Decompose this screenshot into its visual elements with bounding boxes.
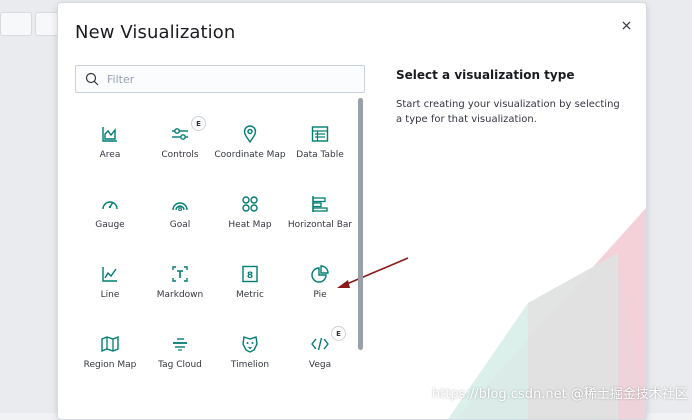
tile-metric[interactable]: 8 Metric (215, 240, 285, 310)
search-icon (85, 72, 99, 86)
metric-icon: 8 (240, 264, 260, 284)
tile-coordinate-map[interactable]: Coordinate Map (214, 100, 286, 170)
visualization-type-grid: Area E Controls Coordinate Map Data Table Gau… (75, 100, 365, 416)
gauge-icon (100, 194, 120, 214)
tile-pie[interactable]: Pie (285, 240, 355, 310)
horizontal-bar-icon (310, 194, 330, 214)
tile-line[interactable]: Line (75, 240, 145, 310)
code-icon (310, 334, 330, 354)
tile-label: Heat Map (228, 220, 272, 230)
side-panel-description: Start creating your visualization by sel… (396, 99, 620, 125)
close-button[interactable] (618, 17, 634, 33)
background-button (35, 12, 59, 36)
experimental-badge: E (191, 116, 206, 131)
tile-data-table[interactable]: Data Table (285, 100, 355, 170)
svg-text:8: 8 (247, 271, 253, 281)
tile-label: Timelion (230, 360, 270, 370)
filter-search-box[interactable] (75, 65, 365, 93)
experimental-badge: E (331, 326, 346, 341)
tag-cloud-icon (170, 334, 190, 354)
tile-label: Goal (169, 220, 191, 230)
new-visualization-modal: New Visualization Area E Controls Coordinat… (57, 2, 647, 420)
filter-input[interactable] (105, 71, 349, 87)
tile-label: Pie (313, 290, 327, 300)
line-chart-icon (100, 264, 120, 284)
map-marker-icon (240, 124, 260, 144)
data-table-icon (310, 124, 330, 144)
tile-label: Controls (161, 150, 199, 160)
controls-icon (170, 124, 190, 144)
tile-label: Vega (308, 360, 332, 370)
tile-gauge[interactable]: Gauge (75, 170, 145, 240)
tile-label: Horizontal Bar (287, 220, 353, 230)
timelion-icon (240, 334, 260, 354)
grid-scrollbar[interactable] (358, 98, 363, 350)
tile-label: Tag Cloud (158, 360, 202, 370)
side-panel-title: Select a visualization type (396, 68, 575, 82)
region-map-icon (100, 334, 120, 354)
tile-label: Markdown (156, 290, 204, 300)
markdown-icon (170, 264, 190, 284)
tile-area[interactable]: Area (75, 100, 145, 170)
tile-label: Gauge (95, 220, 125, 230)
tile-heat-map[interactable]: Heat Map (215, 170, 285, 240)
pie-chart-icon (310, 264, 330, 284)
tile-label: Data Table (296, 150, 344, 160)
tile-label: Area (99, 150, 121, 160)
tile-label: Metric (236, 290, 264, 300)
tile-markdown[interactable]: Markdown (145, 240, 215, 310)
tile-label: Coordinate Map (214, 150, 286, 160)
close-icon (621, 20, 631, 30)
goal-icon: 8 (170, 194, 190, 214)
tile-label: Region Map (83, 360, 137, 370)
tile-tag-cloud[interactable]: Tag Cloud (145, 310, 215, 380)
watermark-text: https://blog.csdn.net @稀土掘金技术社区 (432, 387, 688, 402)
modal-title: New Visualization (75, 22, 236, 43)
area-chart-icon (100, 124, 120, 144)
svg-text:8: 8 (178, 205, 183, 213)
tile-vega[interactable]: E Vega (285, 310, 355, 380)
tile-horizontal-bar[interactable]: Horizontal Bar (285, 170, 355, 240)
background-button (0, 12, 32, 36)
tile-controls[interactable]: E Controls (145, 100, 215, 170)
tile-timelion[interactable]: Timelion (215, 310, 285, 380)
tile-region-map[interactable]: Region Map (75, 310, 145, 380)
heat-map-icon (240, 194, 260, 214)
tile-goal[interactable]: 8 Goal (145, 170, 215, 240)
tile-label: Line (100, 290, 120, 300)
